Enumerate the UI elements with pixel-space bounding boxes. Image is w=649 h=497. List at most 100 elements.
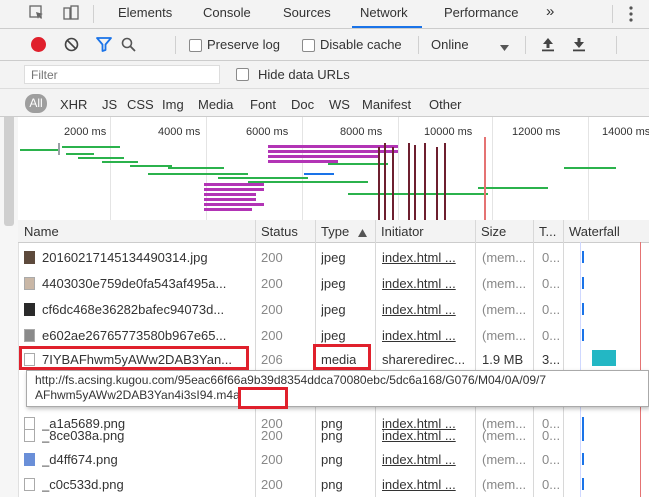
request-initiator[interactable]: index.html ...: [382, 452, 470, 467]
url-tooltip: http://fs.acsing.kugou.com/95eac66f66a9b…: [26, 370, 649, 407]
table-row[interactable]: _c0c533d.png 200 png index.html ... (mem…: [18, 473, 649, 495]
request-size: (mem...: [482, 328, 527, 343]
image-file-icon: [24, 478, 35, 491]
image-file-icon: [24, 329, 35, 342]
chevron-down-icon[interactable]: [500, 40, 509, 55]
type-filter-xhr[interactable]: XHR: [60, 97, 87, 112]
tooltip-url-line1: http://fs.acsing.kugou.com/95eac66f66a9b…: [35, 373, 547, 387]
request-size: (mem...: [482, 428, 527, 443]
inspect-element-icon[interactable]: [28, 4, 46, 25]
resource-type-bar: [0, 89, 649, 117]
request-status: 200: [261, 428, 283, 443]
request-type: jpeg: [321, 302, 346, 317]
request-initiator[interactable]: shareredirec...: [382, 352, 470, 367]
request-name: cf6dc468e36282bafec94073d...: [42, 302, 225, 317]
request-size: (mem...: [482, 477, 527, 492]
hide-data-urls-label: Hide data URLs: [258, 67, 350, 82]
request-type: media: [321, 352, 357, 367]
type-filter-img[interactable]: Img: [162, 97, 184, 112]
request-status: 200: [261, 250, 283, 265]
request-type: png: [321, 428, 343, 443]
type-filter-media[interactable]: Media: [198, 97, 233, 112]
column-header-type[interactable]: Type: [321, 224, 349, 239]
table-row[interactable]: e602ae26765773580b967e65... 200 jpeg ind…: [18, 324, 649, 346]
table-row[interactable]: _d4ff674.png 200 png index.html ... (mem…: [18, 448, 649, 470]
throttle-select[interactable]: Online: [431, 37, 469, 52]
request-status: 206: [261, 352, 283, 367]
network-overview[interactable]: 2000 ms 4000 ms 6000 ms 8000 ms 10000 ms…: [18, 117, 649, 221]
type-filter-other[interactable]: Other: [429, 97, 462, 112]
table-row[interactable]: 4403030e759de0fa543af495a... 200 jpeg in…: [18, 272, 649, 294]
more-tabs-icon[interactable]: »: [546, 3, 554, 20]
column-header-time[interactable]: T...: [539, 224, 556, 239]
waterfall-bar: [582, 277, 584, 289]
image-file-icon: [24, 303, 35, 316]
request-name: 20160217145134490314.jpg: [42, 250, 208, 265]
disable-cache-checkbox[interactable]: [302, 39, 315, 52]
request-time: 0...: [542, 452, 561, 467]
request-status: 200: [261, 452, 283, 467]
request-initiator[interactable]: index.html ...: [382, 250, 470, 265]
kebab-menu-icon[interactable]: [628, 6, 634, 25]
column-header-size[interactable]: Size: [481, 224, 506, 239]
type-filter-doc[interactable]: Doc: [291, 97, 314, 112]
export-har-icon[interactable]: [572, 36, 586, 55]
request-size: (mem...: [482, 276, 527, 291]
type-filter-js[interactable]: JS: [102, 97, 117, 112]
requests-table-header: Name Status Type Initiator Size T... Wat…: [18, 220, 649, 243]
request-type: png: [321, 477, 343, 492]
column-header-initiator[interactable]: Initiator: [381, 224, 424, 239]
request-time: 0...: [542, 477, 561, 492]
tab-elements[interactable]: Elements: [118, 5, 172, 20]
table-row[interactable]: cf6dc468e36282bafec94073d... 200 jpeg in…: [18, 298, 649, 320]
request-time: 0...: [542, 276, 561, 291]
waterfall-bar: [582, 453, 584, 465]
type-filter-ws[interactable]: WS: [329, 97, 350, 112]
overview-bars: [20, 137, 616, 220]
request-initiator[interactable]: index.html ...: [382, 428, 470, 443]
active-tab-indicator: [352, 26, 422, 28]
search-icon[interactable]: [121, 37, 136, 55]
image-file-icon: [24, 251, 35, 264]
preserve-log-checkbox[interactable]: [189, 39, 202, 52]
record-icon[interactable]: [31, 37, 46, 52]
waterfall-bar: [582, 303, 584, 315]
request-time: 0...: [542, 250, 561, 265]
table-row[interactable]: 7IYBAFhwm5yAWw2DAB3Yan... 206 media shar…: [18, 348, 649, 370]
type-filter-css[interactable]: CSS: [127, 97, 154, 112]
request-time: 0...: [542, 428, 561, 443]
request-status: 200: [261, 328, 283, 343]
device-toolbar-icon[interactable]: [62, 4, 80, 25]
request-name: 4403030e759de0fa543af495a...: [42, 276, 227, 291]
request-type: jpeg: [321, 276, 346, 291]
column-header-status[interactable]: Status: [261, 224, 298, 239]
type-filter-font[interactable]: Font: [250, 97, 276, 112]
request-status: 200: [261, 276, 283, 291]
image-file-icon: [24, 429, 35, 442]
request-time: 0...: [542, 302, 561, 317]
preserve-log-label: Preserve log: [207, 37, 280, 52]
hide-data-urls-checkbox[interactable]: [236, 68, 249, 81]
type-filter-manifest[interactable]: Manifest: [362, 97, 411, 112]
tab-performance[interactable]: Performance: [444, 5, 518, 20]
filter-input[interactable]: [24, 65, 220, 84]
request-initiator[interactable]: index.html ...: [382, 302, 470, 317]
request-size: (mem...: [482, 250, 527, 265]
tab-network[interactable]: Network: [360, 5, 408, 20]
import-har-icon[interactable]: [541, 36, 555, 55]
sort-ascending-icon: [358, 225, 367, 240]
request-type: png: [321, 452, 343, 467]
column-header-waterfall[interactable]: Waterfall: [569, 224, 620, 239]
clear-icon[interactable]: [64, 37, 79, 55]
request-initiator[interactable]: index.html ...: [382, 276, 470, 291]
tab-sources[interactable]: Sources: [283, 5, 331, 20]
tab-console[interactable]: Console: [203, 5, 251, 20]
table-row[interactable]: _8ce038a.png 200 png index.html ... (mem…: [18, 424, 649, 446]
waterfall-bar: [582, 251, 584, 263]
request-initiator[interactable]: index.html ...: [382, 328, 470, 343]
column-header-name[interactable]: Name: [24, 224, 59, 239]
type-filter-all[interactable]: All: [25, 94, 47, 113]
request-initiator[interactable]: index.html ...: [382, 477, 470, 492]
filter-icon[interactable]: [96, 37, 112, 55]
table-row[interactable]: 20160217145134490314.jpg 200 jpeg index.…: [18, 246, 649, 268]
